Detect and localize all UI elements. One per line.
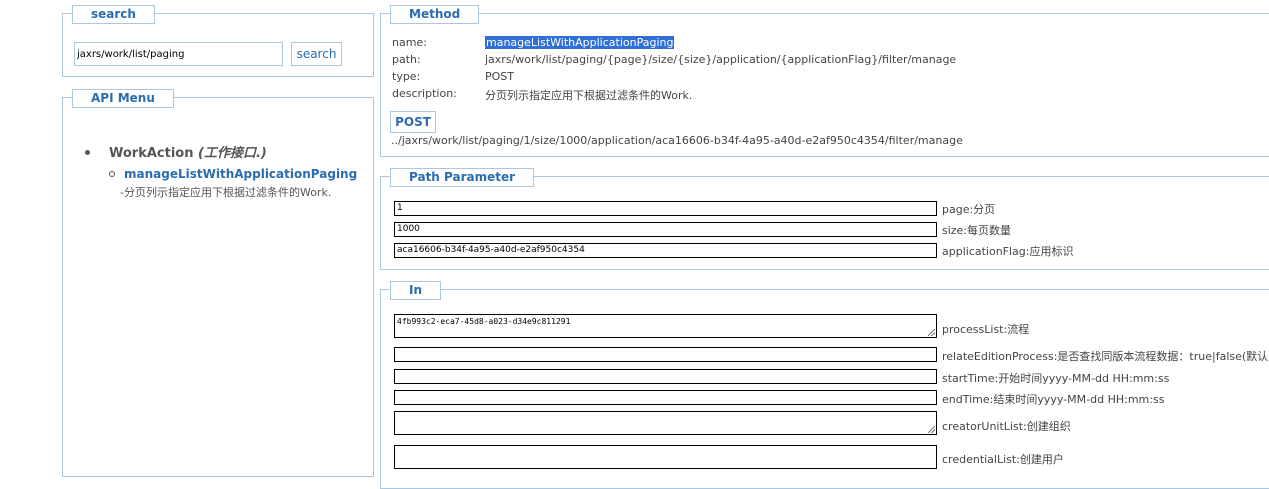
start-time-input[interactable]: [394, 369, 937, 384]
menu-action-title: WorkAction (工作接口.): [109, 142, 267, 161]
process-list-value: 4fb993c2-eca7-45d8-a023-d34e9c811291: [397, 317, 571, 326]
method-name-value: manageListWithApplicationPaging: [485, 36, 675, 49]
size-param-label: size:每页数量: [942, 224, 1012, 237]
method-description-label: description:: [392, 87, 457, 100]
path-parameter-panel: Path Parameter 1 page:分页 1000 size:每页数量 …: [380, 168, 1269, 270]
menu-method-description: -分页列示指定应用下根据过滤条件的Work.: [120, 186, 332, 199]
search-legend: search: [72, 5, 155, 24]
relate-edition-process-input[interactable]: [394, 347, 937, 362]
page-param-input[interactable]: 1: [394, 201, 937, 216]
api-menu-legend: API Menu: [72, 89, 174, 108]
application-flag-param-label: applicationFlag:应用标识: [942, 245, 1074, 258]
method-type-label: type:: [392, 70, 421, 83]
menu-action-sub: (工作接口.): [193, 146, 267, 161]
relate-edition-process-label: relateEditionProcess:是否查找同版本流程数据：true|fa…: [942, 350, 1269, 363]
method-url: ../jaxrs/work/list/paging/1/size/1000/ap…: [391, 134, 963, 147]
credential-list-textarea[interactable]: [394, 445, 937, 469]
path-parameter-legend: Path Parameter: [390, 168, 535, 187]
api-menu-panel: API Menu WorkAction (工作接口.) manageListWi…: [62, 89, 374, 477]
end-time-input[interactable]: [394, 390, 937, 405]
in-legend: In: [390, 281, 442, 300]
post-button[interactable]: POST: [390, 111, 436, 133]
method-legend: Method: [390, 5, 480, 24]
bullet-icon: [85, 150, 90, 155]
process-list-label: processList:流程: [942, 323, 1030, 336]
end-time-label: endTime:结束时间yyyy-MM-dd HH:mm:ss: [942, 393, 1165, 406]
method-name-highlight: manageListWithApplicationPaging: [485, 36, 675, 49]
method-path-label: path:: [392, 53, 421, 66]
search-button[interactable]: search: [291, 42, 342, 66]
in-panel: In 4fb993c2-eca7-45d8-a023-d34e9c811291 …: [380, 281, 1269, 489]
method-type-value: POST: [485, 70, 514, 83]
creator-unit-list-textarea[interactable]: [394, 411, 937, 435]
application-flag-param-input[interactable]: aca16606-b34f-4a95-a40d-e2af950c4354: [394, 243, 937, 258]
method-name-label: name:: [392, 36, 427, 49]
resize-grip-icon[interactable]: [928, 329, 935, 336]
creator-unit-list-label: creatorUnitList:创建组织: [942, 420, 1071, 433]
size-param-input[interactable]: 1000: [394, 222, 937, 237]
menu-method-link[interactable]: manageListWithApplicationPaging: [124, 167, 357, 181]
method-description-value: 分页列示指定应用下根据过滤条件的Work.: [485, 89, 693, 102]
page-param-label: page:分页: [942, 203, 996, 216]
start-time-label: startTime:开始时间yyyy-MM-dd HH:mm:ss: [942, 372, 1170, 385]
search-panel: search search: [62, 5, 374, 77]
circle-bullet-icon: [109, 171, 115, 177]
method-panel: Method name: manageListWithApplicationPa…: [380, 5, 1269, 157]
menu-action-name: WorkAction: [109, 146, 194, 161]
resize-grip-icon[interactable]: [928, 426, 935, 433]
process-list-textarea[interactable]: 4fb993c2-eca7-45d8-a023-d34e9c811291: [394, 314, 937, 338]
method-path-value: jaxrs/work/list/paging/{page}/size/{size…: [485, 53, 957, 66]
credential-list-label: credentialList:创建用户: [942, 453, 1064, 466]
search-input[interactable]: [74, 42, 283, 66]
